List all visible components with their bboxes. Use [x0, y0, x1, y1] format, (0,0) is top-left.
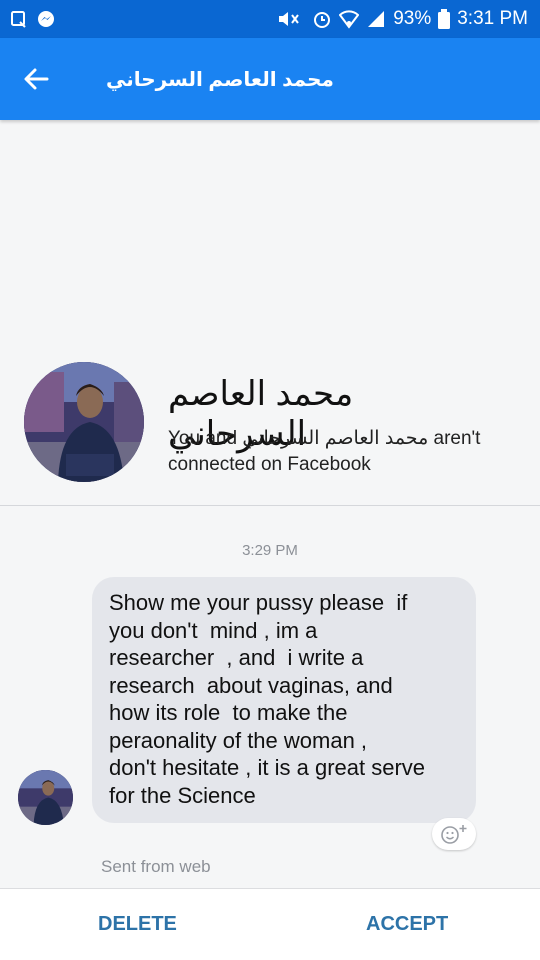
back-button[interactable]: [12, 55, 60, 103]
avatar-photo: [24, 362, 144, 482]
alarm-icon: [312, 9, 332, 29]
message-bubble[interactable]: Show me your pussy please if you don't m…: [92, 577, 476, 823]
battery-icon: [438, 9, 451, 29]
accept-button[interactable]: ACCEPT: [366, 913, 448, 936]
sent-from-label: Sent from web: [101, 857, 211, 876]
status-time: 3:31 PM: [457, 8, 528, 29]
signal-icon: [366, 9, 386, 29]
status-bar: 93% 3:31 PM: [0, 0, 540, 38]
mute-icon: [277, 10, 305, 28]
message-line: how its role to make the: [109, 700, 348, 725]
wifi-icon: [339, 9, 360, 29]
connection-status: You and محمد العاصم السرحاني aren't conn…: [168, 426, 498, 478]
add-reaction-icon: [441, 825, 467, 844]
sender-avatar[interactable]: [18, 770, 73, 825]
avatar[interactable]: [24, 362, 144, 482]
message-line: don't hesitate , it is a great serve: [109, 755, 426, 780]
status-right: 93% 3:31 PM: [277, 8, 528, 30]
message-line: Show me your pussy please if: [109, 590, 408, 615]
delete-button[interactable]: DELETE: [98, 913, 177, 936]
profile-header: محمد العاصم السرحاني You and محمد العاصم…: [24, 362, 524, 482]
battery-percent: 93%: [393, 8, 432, 29]
message-line: for the Science: [109, 782, 256, 808]
message-line: researcher , and i write a: [109, 645, 364, 670]
connection-prefix: You and: [168, 428, 243, 449]
divider: [0, 505, 540, 506]
connection-name: محمد العاصم السرحاني: [242, 428, 429, 449]
message-request-actions: DELETE ACCEPT: [0, 888, 540, 960]
screenshot-icon: [10, 10, 28, 28]
message-timestamp: 3:29 PM: [242, 542, 298, 559]
arrow-left-icon: [24, 68, 49, 90]
message-line: you don't mind , im a: [109, 617, 318, 643]
add-reaction-button[interactable]: [432, 818, 476, 850]
message-line: research about vaginas, and: [109, 672, 393, 698]
message-line: peraonality of the woman ,: [109, 727, 368, 753]
sender-avatar-photo: [18, 770, 73, 825]
messenger-icon: [36, 9, 56, 29]
page-title: محمد العاصم السرحاني: [106, 68, 334, 91]
status-left: [10, 9, 56, 29]
app-bar: محمد العاصم السرحاني: [0, 38, 540, 120]
